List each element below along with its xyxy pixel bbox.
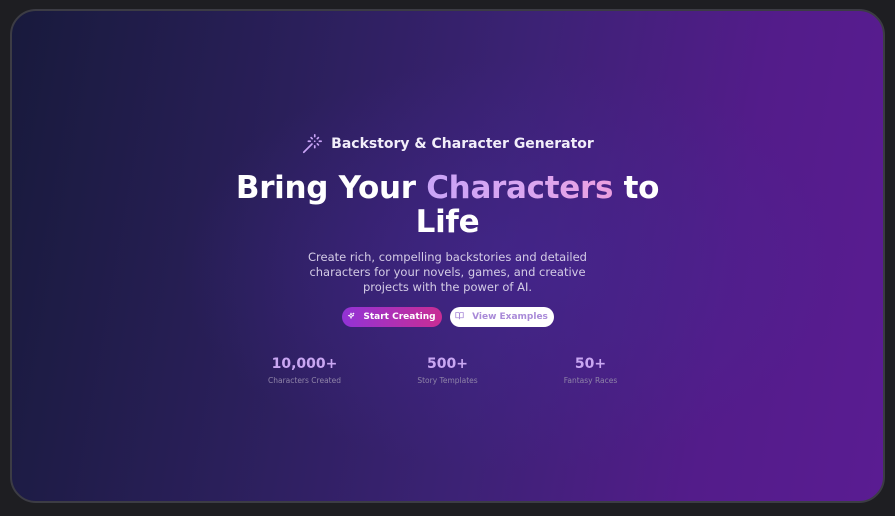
stat-label: Characters Created <box>267 376 341 385</box>
start-creating-label: Start Creating <box>363 312 436 322</box>
stat-fantasy-races: 50+ Fantasy Races <box>519 355 662 386</box>
hero-section: Backstory & Character Generator Bring Yo… <box>12 131 883 386</box>
page-title-accent: Characters <box>426 170 614 206</box>
start-creating-button[interactable]: Start Creating <box>341 307 442 327</box>
stats-row: 10,000+ Characters Created 500+ Story Te… <box>233 355 662 386</box>
page-title: Bring Your Characters to Life <box>228 171 668 239</box>
hero-subtitle: Create rich, compelling backstories and … <box>308 250 587 294</box>
app-window: Backstory & Character Generator Bring Yo… <box>10 9 885 503</box>
view-examples-button[interactable]: View Examples <box>449 307 554 327</box>
magic-wand-icon <box>301 133 323 155</box>
stat-value: 50+ <box>574 356 607 372</box>
stat-label: Story Templates <box>417 376 478 385</box>
hero-actions: Start Creating View Examples <box>341 307 554 327</box>
stat-value: 10,000+ <box>271 356 338 372</box>
stat-label: Fantasy Races <box>563 376 618 385</box>
stat-value: 500+ <box>427 356 468 372</box>
app-badge-label: Backstory & Character Generator <box>331 136 594 152</box>
book-open-icon <box>455 311 464 323</box>
stat-story-templates: 500+ Story Templates <box>376 355 519 386</box>
stat-characters-created: 10,000+ Characters Created <box>233 355 376 386</box>
view-examples-label: View Examples <box>472 312 548 322</box>
sparkle-icon <box>347 312 355 323</box>
page-title-start: Bring Your <box>235 170 427 206</box>
app-badge: Backstory & Character Generator <box>301 131 594 157</box>
